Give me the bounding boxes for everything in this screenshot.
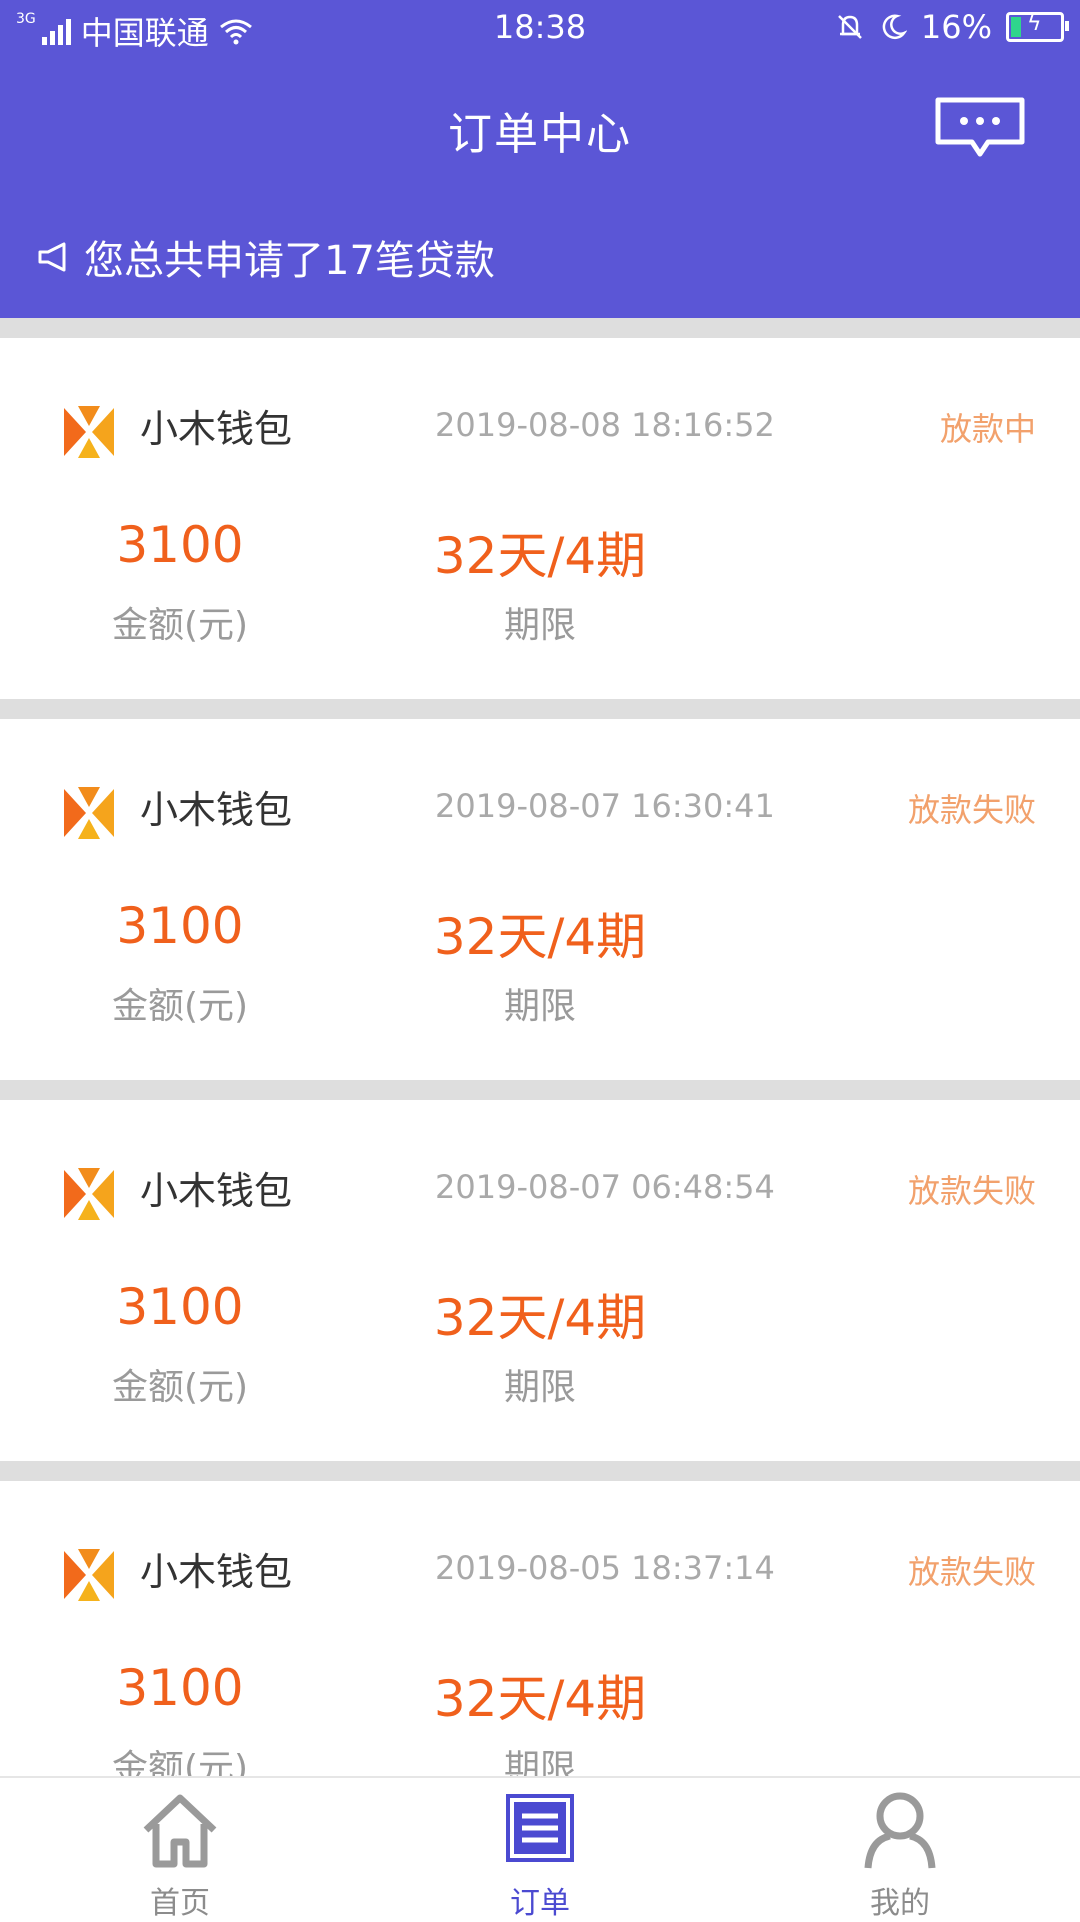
order-card[interactable]: 小木钱包 2019-08-07 16:30:41 放款失败 3100 金额(元)… [0, 719, 1080, 1080]
order-period: 32天/4期 [433, 527, 647, 585]
order-amount: 3100 [116, 1278, 244, 1336]
nav-label-home: 首页 [150, 1886, 210, 1921]
order-status: 放款失败 [907, 1172, 1036, 1210]
moon-icon [882, 14, 907, 40]
order-card[interactable]: 小木钱包 2019-08-07 06:48:54 放款失败 3100 金额(元)… [0, 1100, 1080, 1461]
app-name: 小木钱包 [140, 788, 293, 832]
divider [0, 1080, 1080, 1100]
user-icon [864, 1792, 936, 1869]
divider [0, 318, 1080, 338]
nav-label-mine: 我的 [870, 1886, 930, 1921]
megaphone-icon [38, 242, 66, 272]
period-label: 期限 [503, 986, 576, 1027]
status-bar: 3G 中国联通 18:38 16% ϟ [0, 0, 1080, 56]
app-logo-icon [64, 1168, 114, 1220]
notice-text: 您总共申请了17笔贷款 [84, 238, 495, 284]
app-name: 小木钱包 [140, 1550, 293, 1594]
app-logo-icon [64, 406, 114, 458]
amount-label: 金额(元) [111, 986, 249, 1027]
order-amount: 3100 [116, 897, 244, 955]
order-icon [506, 1794, 574, 1862]
header: 3G 中国联通 18:38 16% ϟ 订单中心 您总共申请了17笔贷款 [0, 0, 1080, 318]
nav-label-orders: 订单 [510, 1886, 570, 1921]
app-logo-icon [64, 787, 114, 839]
order-status: 放款失败 [907, 791, 1036, 829]
order-status: 放款中 [939, 410, 1036, 448]
nav-item-orders[interactable]: 订单 [360, 1778, 720, 1922]
divider [0, 699, 1080, 719]
order-period: 32天/4期 [433, 908, 647, 966]
order-period: 32天/4期 [433, 1670, 647, 1728]
notice-banner: 您总共申请了17笔贷款 [36, 228, 495, 286]
order-list: 小木钱包 2019-08-08 18:16:52 放款中 3100 金额(元) … [0, 318, 1080, 1842]
app-name: 小木钱包 [140, 1169, 293, 1213]
period-label: 期限 [503, 1367, 576, 1408]
message-icon[interactable] [932, 96, 1028, 162]
order-time: 2019-08-07 06:48:54 [435, 1168, 775, 1206]
battery-percent: 16% [920, 8, 992, 46]
home-icon [143, 1794, 217, 1868]
order-status: 放款失败 [907, 1553, 1036, 1591]
order-amount: 3100 [116, 516, 244, 574]
order-time: 2019-08-07 16:30:41 [435, 787, 775, 825]
nav-item-home[interactable]: 首页 [0, 1778, 360, 1922]
amount-label: 金额(元) [111, 605, 249, 646]
order-card[interactable]: 小木钱包 2019-08-08 18:16:52 放款中 3100 金额(元) … [0, 338, 1080, 699]
app-name: 小木钱包 [140, 407, 293, 451]
status-right: 16% ϟ [835, 8, 1069, 46]
order-time: 2019-08-05 18:37:14 [435, 1549, 775, 1587]
order-period: 32天/4期 [433, 1289, 647, 1347]
nav-item-mine[interactable]: 我的 [720, 1778, 1080, 1922]
period-label: 期限 [503, 605, 576, 646]
page-title: 订单中心 [448, 109, 632, 160]
bell-mute-icon [837, 15, 862, 39]
divider [0, 1461, 1080, 1481]
app-logo-icon [64, 1549, 114, 1601]
order-time: 2019-08-08 18:16:52 [435, 406, 775, 444]
amount-label: 金额(元) [111, 1367, 249, 1408]
bottom-nav: 首页 订单 我的 [0, 1776, 1080, 1922]
order-amount: 3100 [116, 1659, 244, 1717]
battery-icon: ϟ [1006, 11, 1069, 42]
